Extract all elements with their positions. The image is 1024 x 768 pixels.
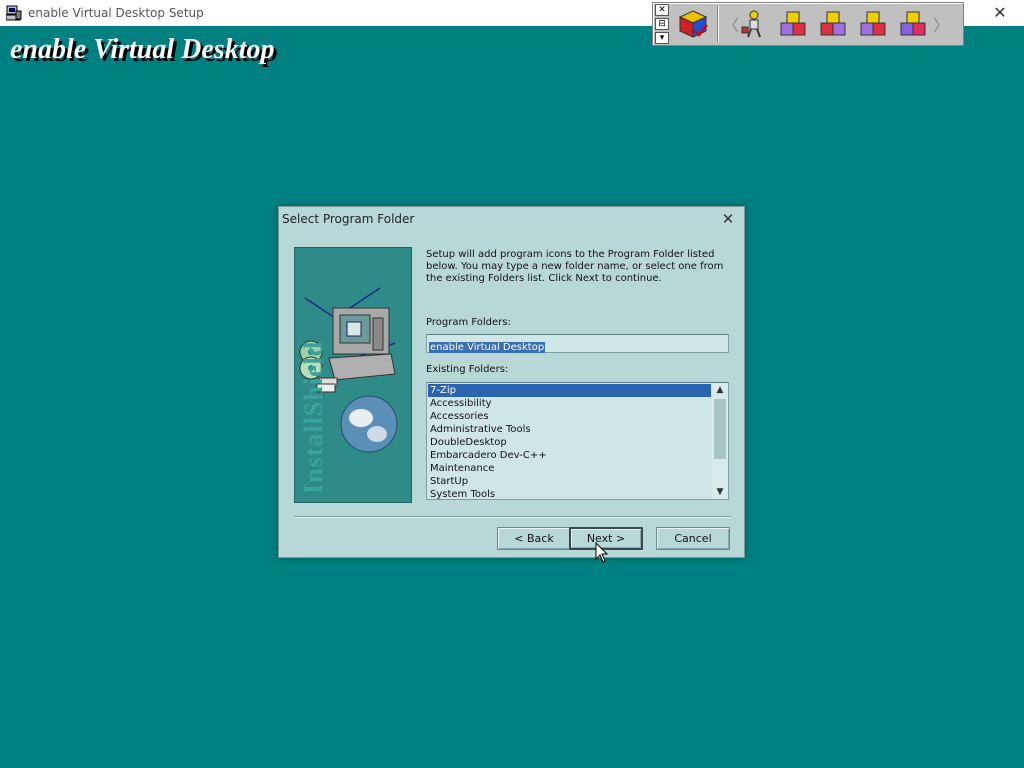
existing-folders-label: Existing Folders:	[426, 364, 509, 375]
window-close-button[interactable]: ✕	[990, 3, 1010, 23]
scroll-up-arrow-icon[interactable]: ▲	[712, 383, 728, 397]
list-item[interactable]: StartUp	[428, 475, 711, 488]
cubes-blue-icon[interactable]	[856, 7, 890, 41]
button-divider	[294, 516, 731, 518]
select-program-folder-dialog: Select Program Folder ✕ InstallShield Se…	[278, 206, 745, 558]
toolbar-close-button[interactable]: ✕	[655, 4, 669, 16]
program-folder-value: enable Virtual Desktop	[429, 342, 546, 353]
list-item[interactable]: Accessories	[428, 410, 711, 423]
program-folders-label: Program Folders:	[426, 317, 511, 328]
toolbar-menu-button[interactable]: ▾	[655, 32, 669, 44]
list-item[interactable]: Maintenance	[428, 462, 711, 475]
program-folder-input[interactable]: enable Virtual Desktop	[426, 334, 729, 353]
toolbar-scroll-left-arrow[interactable]: 〈	[723, 12, 739, 36]
toolbar-minimize-button[interactable]: ⊟	[655, 18, 669, 30]
scrollbar-thumb[interactable]	[714, 399, 726, 459]
scroll-down-arrow-icon[interactable]: ▼	[712, 485, 728, 499]
back-button[interactable]: < Back	[497, 527, 571, 550]
toolbar-controls: ✕ ⊟ ▾	[655, 4, 673, 44]
dialog-close-button[interactable]: ✕	[718, 209, 738, 229]
list-item[interactable]: DoubleDesktop	[428, 436, 711, 449]
floating-toolbar: ✕ ⊟ ▾ 〈 〉	[652, 2, 964, 46]
list-item[interactable]: System Tools	[428, 488, 711, 499]
list-item[interactable]: Administrative Tools	[428, 423, 711, 436]
toolbar-separator	[717, 6, 719, 42]
list-item[interactable]: 7-Zip	[428, 384, 711, 397]
list-item[interactable]: Embarcadero Dev-C++	[428, 449, 711, 462]
window-title: enable Virtual Desktop Setup	[28, 6, 204, 20]
mouse-pointer-icon	[595, 542, 609, 563]
dialog-title: Select Program Folder	[282, 212, 415, 226]
taskbar-strip	[100, 764, 350, 768]
toolbar-scroll-right-arrow[interactable]: 〉	[933, 12, 949, 36]
folders-scrollbar[interactable]: ▲ ▼	[712, 383, 728, 499]
installshield-watermark-text: InstallShield	[299, 340, 328, 494]
rubiks-cube-icon[interactable]	[676, 7, 710, 41]
computer-setup-icon	[6, 5, 22, 21]
cubes-purple-icon[interactable]	[776, 7, 810, 41]
setup-banner-title: enable Virtual Desktop	[10, 34, 275, 65]
existing-folders-list[interactable]: 7-Zip Accessibility Accessories Administ…	[426, 382, 729, 500]
cancel-button[interactable]: Cancel	[656, 527, 730, 550]
figure-icon[interactable]	[736, 7, 770, 41]
installshield-side-image: InstallShield	[294, 247, 412, 503]
dialog-instructions: Setup will add program icons to the Prog…	[426, 249, 724, 284]
list-item[interactable]: Accessibility	[428, 397, 711, 410]
cubes-red-icon[interactable]	[816, 7, 850, 41]
existing-folders-items: 7-Zip Accessibility Accessories Administ…	[428, 384, 711, 499]
cubes-violet-icon[interactable]	[896, 7, 930, 41]
